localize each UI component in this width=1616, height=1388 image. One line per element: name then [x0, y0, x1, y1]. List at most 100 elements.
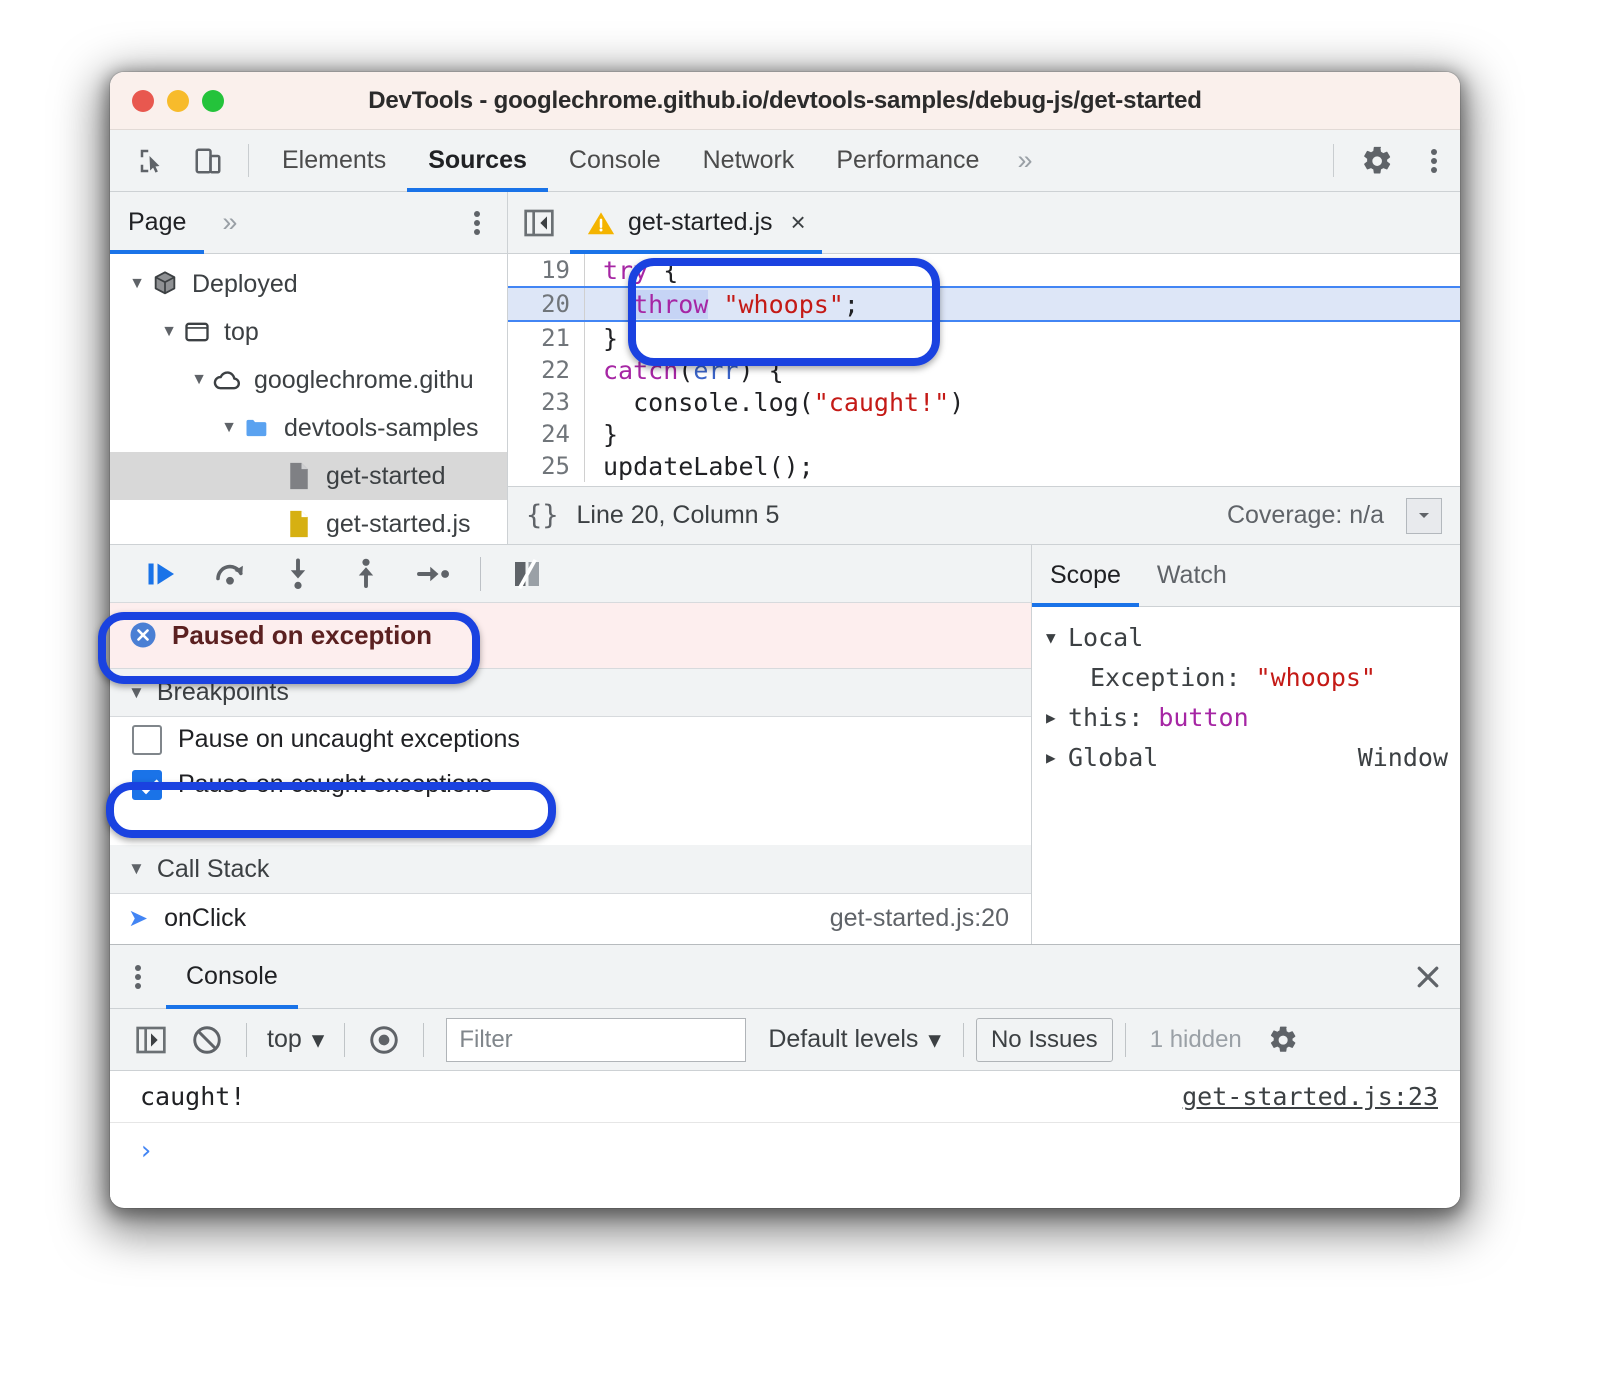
- tree-label: top: [224, 317, 259, 346]
- console-message-text: caught!: [140, 1082, 246, 1111]
- error-circle-icon: [128, 620, 158, 650]
- tab-scope[interactable]: Scope: [1032, 545, 1139, 607]
- cloud-icon: [210, 365, 244, 395]
- hidden-messages-count: 1 hidden: [1149, 1025, 1242, 1053]
- navigator-more-chevron-icon[interactable]: »: [204, 192, 255, 253]
- expand-caret-icon[interactable]: ▼: [1046, 628, 1068, 647]
- section-header-call-stack[interactable]: ▼ Call Stack: [110, 845, 1031, 894]
- line-number: 23: [541, 388, 570, 416]
- tree-item-top[interactable]: ▼ top: [110, 308, 507, 356]
- expand-caret-icon[interactable]: ▶: [1046, 748, 1068, 767]
- console-log-levels-dropdown[interactable]: Default levels ▾: [758, 1025, 951, 1055]
- tab-watch[interactable]: Watch: [1139, 545, 1245, 606]
- tree-item-folder[interactable]: ▼ devtools-samples: [110, 404, 507, 452]
- step-over-button[interactable]: [196, 545, 264, 603]
- collapse-caret-icon[interactable]: ▼: [128, 859, 145, 879]
- live-expression-icon[interactable]: [357, 1009, 411, 1071]
- tree-item-deployed[interactable]: ▼ Deployed: [110, 260, 507, 308]
- call-stack-frame[interactable]: ➤ onClick get-started.js:20: [110, 894, 1031, 944]
- gear-icon[interactable]: [1346, 130, 1408, 191]
- expand-caret-icon[interactable]: ▼: [126, 276, 148, 292]
- toolbar-right: [1321, 130, 1460, 191]
- tab-network[interactable]: Network: [682, 130, 816, 191]
- code-line: 21 }: [508, 322, 1460, 354]
- code-line: 22 catch(err) {: [508, 354, 1460, 386]
- show-drawer-icon[interactable]: [1406, 497, 1442, 534]
- minimize-window-button[interactable]: [167, 89, 189, 112]
- warning-icon: [586, 209, 616, 237]
- levels-label: Default levels: [768, 1025, 919, 1053]
- device-toolbar-icon[interactable]: [180, 130, 236, 191]
- code-text: updateLabel();: [603, 451, 814, 481]
- editor-status-bar: {} Line 20, Column 5 Coverage: n/a: [508, 486, 1460, 544]
- console-toolbar-divider-3: [423, 1022, 425, 1057]
- console-sidebar-icon[interactable]: [124, 1009, 178, 1071]
- line-number: 22: [541, 356, 570, 384]
- line-number: 19: [541, 256, 570, 284]
- console-settings-gear-icon[interactable]: [1256, 1009, 1310, 1071]
- clear-console-icon[interactable]: [180, 1009, 234, 1071]
- section-header-breakpoints[interactable]: ▼ Breakpoints: [110, 668, 1031, 718]
- code-line: 25 updateLabel();: [508, 450, 1460, 482]
- pause-on-caught-exceptions-row[interactable]: Pause on caught exceptions: [110, 762, 1031, 807]
- more-tabs-chevron-icon[interactable]: »: [1000, 130, 1049, 191]
- scope-row-this[interactable]: ▶ this: button: [1046, 697, 1460, 737]
- line-number: 24: [541, 420, 570, 448]
- inspect-element-icon[interactable]: [124, 130, 180, 191]
- resume-button[interactable]: [128, 545, 196, 603]
- tab-performance[interactable]: Performance: [815, 130, 1000, 191]
- navigator-pane: Page » ▼ Deployed ▼ top ▼ googlechrome.g…: [110, 192, 508, 544]
- scope-row-local[interactable]: ▼ Local: [1046, 617, 1460, 657]
- tab-elements[interactable]: Elements: [261, 130, 407, 191]
- drawer-tab-bar: Console: [110, 945, 1460, 1009]
- more-options-kebab-icon[interactable]: [1408, 130, 1460, 191]
- tab-sources[interactable]: Sources: [407, 130, 548, 192]
- tree-item-get-started-js[interactable]: get-started.js: [110, 500, 507, 544]
- expand-caret-icon[interactable]: ▶: [1046, 708, 1068, 727]
- pretty-print-button[interactable]: {}: [526, 500, 559, 531]
- screenshot-root: DevTools - googlechrome.github.io/devtoo…: [0, 0, 1616, 1388]
- pause-on-caught-exceptions-checkbox[interactable]: [132, 769, 162, 800]
- tree-label: googlechrome.githu: [254, 365, 474, 394]
- pause-on-uncaught-exceptions-checkbox[interactable]: [132, 724, 162, 755]
- editor-tab-get-started-js[interactable]: get-started.js ×: [570, 192, 822, 254]
- current-frame-arrow-icon: ➤: [128, 905, 149, 933]
- package-icon: [148, 270, 182, 298]
- close-tab-icon[interactable]: ×: [791, 207, 806, 238]
- issues-button[interactable]: No Issues: [975, 1017, 1113, 1062]
- scope-row-exception: Exception: "whoops": [1046, 657, 1460, 697]
- drawer-kebab-icon[interactable]: [110, 945, 166, 1008]
- checkbox-label: Pause on caught exceptions: [178, 770, 493, 799]
- scope-row-global[interactable]: ▶ Global Window: [1046, 737, 1460, 777]
- pause-on-uncaught-exceptions-row[interactable]: Pause on uncaught exceptions: [110, 717, 1031, 762]
- tree-item-domain[interactable]: ▼ googlechrome.githu: [110, 356, 507, 404]
- step-button[interactable]: [400, 545, 468, 603]
- close-drawer-icon[interactable]: [1396, 945, 1460, 1008]
- toolbar-divider-2: [1333, 144, 1334, 177]
- step-out-button[interactable]: [332, 545, 400, 603]
- drawer-tab-console[interactable]: Console: [166, 945, 298, 1009]
- code-editor[interactable]: 19 try { 20 throw "whoops"; 21 } 22 catc…: [508, 254, 1460, 486]
- expand-caret-icon[interactable]: ▼: [188, 372, 210, 388]
- console-context-selector[interactable]: top ▾: [259, 1025, 332, 1055]
- navigator-tabs: Page »: [110, 192, 507, 254]
- close-window-button[interactable]: [132, 89, 154, 112]
- console-filter-input[interactable]: Filter: [446, 1017, 747, 1062]
- collapse-caret-icon[interactable]: ▼: [128, 683, 145, 703]
- console-toolbar-divider-2: [344, 1022, 346, 1057]
- code-text: }: [603, 323, 619, 353]
- tab-console[interactable]: Console: [548, 130, 682, 191]
- collapse-sidebar-icon[interactable]: [508, 192, 570, 253]
- console-toolbar-divider: [246, 1022, 247, 1057]
- navigator-tab-page[interactable]: Page: [110, 192, 205, 254]
- tree-item-get-started[interactable]: get-started: [110, 452, 507, 500]
- console-prompt[interactable]: ›: [110, 1123, 1460, 1179]
- deactivate-breakpoints-button[interactable]: [493, 545, 561, 603]
- console-message-source-link[interactable]: get-started.js:23: [1182, 1082, 1438, 1111]
- step-into-button[interactable]: [264, 545, 332, 603]
- expand-caret-icon[interactable]: ▼: [158, 324, 180, 340]
- maximize-window-button[interactable]: [202, 89, 224, 112]
- code-line: 23 console.log("caught!"): [508, 386, 1460, 418]
- navigator-kebab-icon[interactable]: [447, 192, 507, 253]
- expand-caret-icon[interactable]: ▼: [218, 420, 240, 436]
